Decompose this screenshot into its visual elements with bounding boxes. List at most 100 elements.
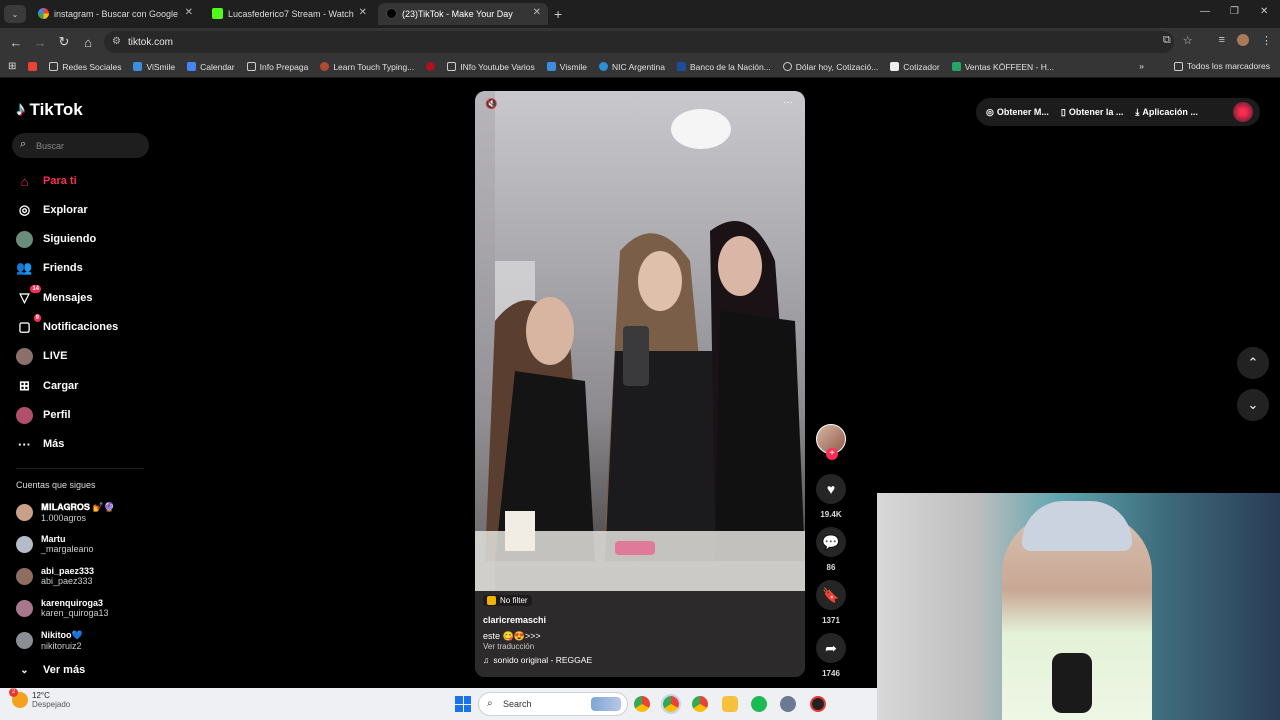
- heart-icon: ♥: [826, 481, 836, 497]
- following-account[interactable]: Nikitoo💙 nikitoruiz2: [16, 630, 83, 651]
- top-actions-bar: ◎ Obtener M... ▯ Obtener la ... ⤓ Aplicació…: [976, 98, 1260, 126]
- nav-friends[interactable]: 👥 Friends: [16, 258, 82, 278]
- following-account[interactable]: 𝐌𝐈𝐋𝐀𝐆𝐑𝐎𝐒 💅🔮 1.000agros: [16, 502, 115, 523]
- new-tab-icon[interactable]: +: [554, 6, 562, 22]
- bookmark-folder[interactable]: Info Prepaga: [246, 62, 308, 72]
- vismile-icon: [133, 62, 143, 71]
- nav-cargar[interactable]: ⊞ Cargar: [16, 376, 78, 396]
- sound-link[interactable]: ♫ sonido original - REGGAE: [483, 655, 783, 665]
- bookmark-link[interactable]: Dólar hoy, Cotizació...: [782, 62, 878, 72]
- bookmark-link[interactable]: Calendar: [187, 62, 235, 72]
- get-coins-button[interactable]: ◎ Obtener M...: [986, 107, 1049, 118]
- nav-mensajes[interactable]: ▽ 14 Mensajes: [16, 284, 93, 308]
- following-account[interactable]: Martu _margaleano: [16, 534, 94, 554]
- google-icon: [38, 8, 49, 19]
- nav-siguiendo[interactable]: Siguiendo: [16, 229, 96, 249]
- tab-search-button[interactable]: ⌄: [4, 5, 26, 23]
- weather-widget[interactable]: 2 12°C Despejado: [9, 688, 70, 709]
- bookmark-folder[interactable]: INfo Youtube Varios: [447, 62, 535, 72]
- reload-icon[interactable]: ↻: [52, 34, 76, 50]
- restore-icon[interactable]: ❐: [1230, 6, 1239, 17]
- profile-avatar-icon[interactable]: [1237, 34, 1249, 46]
- search-input[interactable]: ⌕ Buscar: [12, 133, 149, 158]
- bookmark-link[interactable]: Ventas KÖFFEEN - H...: [951, 62, 1054, 72]
- bookmark-link[interactable]: NIC Argentina: [599, 62, 665, 72]
- filter-tag[interactable]: No filter: [483, 595, 532, 606]
- home-browser-icon[interactable]: ⌂: [76, 35, 100, 50]
- close-tab-icon[interactable]: ✕: [359, 7, 367, 18]
- apps-icon[interactable]: ⊞: [8, 61, 16, 72]
- comment-button[interactable]: 💬: [816, 527, 846, 557]
- save-button[interactable]: 🔖: [816, 580, 846, 610]
- taskbar-search[interactable]: ⌕ Search: [478, 692, 628, 716]
- bookmark-link[interactable]: Cotizador: [890, 62, 940, 72]
- browser-tab-tiktok[interactable]: (23)TikTok - Make Your Day ✕: [378, 3, 548, 25]
- spotify-icon[interactable]: [751, 696, 767, 712]
- forward-icon[interactable]: →: [28, 35, 52, 50]
- browser-menu-icon[interactable]: ⋮: [1261, 34, 1272, 47]
- install-app-icon[interactable]: ⧉: [1163, 34, 1171, 47]
- following-account[interactable]: karenquiroga3 karen_quiroga13: [16, 598, 109, 618]
- mute-icon[interactable]: 🔇: [485, 99, 497, 110]
- video-more-icon[interactable]: ···: [783, 97, 793, 108]
- settings-gear-icon[interactable]: [780, 696, 796, 712]
- url-text: tiktok.com: [128, 36, 174, 48]
- bookmark-link[interactable]: [426, 62, 436, 71]
- red-site-icon: [426, 62, 436, 71]
- close-window-icon[interactable]: ✕: [1260, 6, 1268, 17]
- more-bookmarks-icon[interactable]: »: [1139, 61, 1144, 71]
- next-video-button[interactable]: ⌄: [1237, 389, 1269, 421]
- see-more-button[interactable]: ⌄ Ver más: [16, 660, 85, 680]
- nav-mas[interactable]: ··· Más: [16, 434, 64, 454]
- app-notification-icon[interactable]: [810, 696, 826, 712]
- site-settings-icon[interactable]: ⚙: [112, 36, 121, 47]
- bookmark-folder[interactable]: Redes Sociales: [49, 62, 121, 72]
- all-bookmarks-folder[interactable]: Todos los marcadores: [1173, 61, 1270, 71]
- bookmark-link[interactable]: ViSmile: [133, 62, 175, 72]
- close-tab-icon[interactable]: ✕: [185, 7, 193, 18]
- temperature: 12°C: [32, 691, 50, 700]
- chrome-active-icon[interactable]: [661, 694, 681, 714]
- windows-start-icon[interactable]: [455, 696, 471, 712]
- tiktok-logo[interactable]: ♪ TikTok: [16, 99, 83, 121]
- nav-notificaciones[interactable]: ▢ 9 Notificaciones: [16, 313, 118, 337]
- chrome-icon[interactable]: [634, 696, 650, 712]
- nav-para-ti[interactable]: ⌂ Para ti: [16, 171, 77, 191]
- bookmark-link[interactable]: Banco de la Nación...: [676, 62, 771, 72]
- following-account[interactable]: abi_paez333 abi_paez333: [16, 566, 94, 586]
- download-app-button[interactable]: ⤓ Aplicación ...: [1135, 107, 1198, 118]
- creator-avatar[interactable]: +: [816, 424, 846, 460]
- see-translation-link[interactable]: Ver traducción: [483, 642, 783, 651]
- following-section-title: Cuentas que sigues: [16, 480, 96, 490]
- bookmarks-bar: ⊞ Redes Sociales ViSmile Calendar Info P…: [0, 56, 1280, 78]
- nav-live[interactable]: LIVE: [16, 346, 67, 366]
- close-tab-icon[interactable]: ✕: [533, 7, 541, 18]
- search-highlight-icon: [591, 697, 621, 711]
- video-username[interactable]: claricremaschi: [483, 615, 783, 625]
- chrome-profile-icon[interactable]: [692, 696, 708, 712]
- follow-plus-icon[interactable]: +: [826, 448, 838, 460]
- sheets-icon: [951, 62, 961, 71]
- profile-avatar[interactable]: [1233, 102, 1253, 122]
- nav-explorar[interactable]: ◎ Explorar: [16, 200, 88, 220]
- minimize-icon[interactable]: —: [1200, 6, 1210, 17]
- tiktok-note-icon: ♪: [16, 99, 26, 120]
- video-player[interactable]: 🔇 ··· No filter claricremaschi este 😋😍>>…: [475, 91, 805, 677]
- like-button[interactable]: ♥: [816, 474, 846, 504]
- bookmark-link[interactable]: Vismile: [546, 62, 587, 72]
- bookmark-star-icon[interactable]: ☆: [1183, 34, 1193, 47]
- bookmark-icon: 🔖: [822, 586, 840, 603]
- browser-tab-google[interactable]: instagram - Buscar con Google ✕: [30, 3, 200, 25]
- chevron-down-icon: ⌄: [20, 664, 29, 676]
- get-app-button[interactable]: ▯ Obtener la ...: [1061, 107, 1123, 118]
- share-button[interactable]: ➦: [816, 633, 846, 663]
- previous-video-button[interactable]: ⌃: [1237, 347, 1269, 379]
- gmail-icon[interactable]: [28, 62, 38, 71]
- file-explorer-icon[interactable]: [722, 696, 738, 712]
- bookmark-link[interactable]: Learn Touch Typing...: [320, 62, 414, 72]
- browser-tab-kick[interactable]: Lucasfederico7 Stream - Watch ✕: [204, 3, 374, 25]
- nav-perfil[interactable]: Perfil: [16, 405, 71, 425]
- back-icon[interactable]: ←: [4, 35, 28, 50]
- media-control-icon[interactable]: ≡: [1219, 34, 1225, 47]
- url-field[interactable]: ⚙ tiktok.com: [104, 31, 1174, 53]
